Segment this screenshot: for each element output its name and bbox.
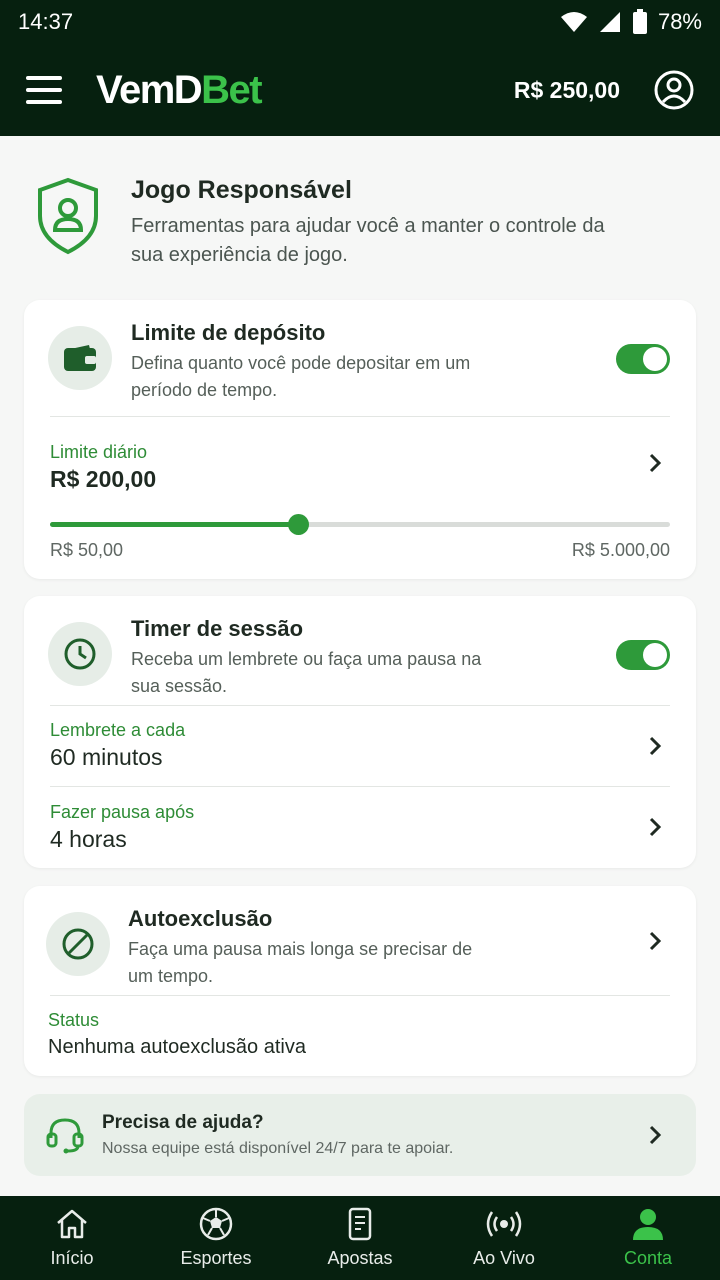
live-icon: [486, 1211, 522, 1237]
page-description: Ferramentas para ajudar você a manter o …: [131, 215, 605, 266]
divider: [50, 705, 670, 706]
help-description: Nossa equipe está disponível 24/7 para t…: [102, 1140, 454, 1157]
session-timer-title: Timer de sessão: [131, 616, 304, 641]
reminder-label: Lembrete a cada: [50, 720, 186, 740]
menu-icon-line: [26, 88, 62, 92]
slider-fill: [50, 522, 298, 527]
app-bar: VemDBet R$ 250,00: [0, 44, 720, 136]
nav-item-inicio[interactable]: Início: [0, 1196, 144, 1280]
divider: [50, 786, 670, 787]
deposit-limit-title: Limite de depósito: [131, 320, 326, 345]
nav-label: Conta: [623, 1248, 673, 1268]
clock-icon: [48, 622, 112, 686]
status-icons: 78%: [560, 9, 702, 35]
headset-icon: [46, 1118, 84, 1154]
slider-thumb[interactable]: [288, 514, 309, 535]
menu-icon-line: [26, 76, 62, 80]
deposit-limit-toggle[interactable]: [616, 344, 670, 374]
logo-text-accent: Bet: [201, 67, 262, 112]
block-icon: [46, 912, 110, 976]
status-value: Nenhuma autoexclusão ativa: [48, 1036, 306, 1058]
self-exclusion-card[interactable]: Autoexclusão Faça uma pausa mais longa s…: [24, 886, 696, 1076]
nav-item-conta[interactable]: Conta: [576, 1196, 720, 1280]
self-exclusion-header: Autoexclusão Faça uma pausa mais longa s…: [24, 886, 696, 1002]
self-exclusion-title: Autoexclusão: [128, 906, 273, 931]
bet-slip-icon: [348, 1207, 372, 1241]
deposit-limit-description: Defina quanto você pode depositar em um …: [131, 353, 471, 400]
help-banner[interactable]: Precisa de ajuda? Nossa equipe está disp…: [24, 1094, 696, 1176]
status-label: Status: [48, 1010, 100, 1030]
chevron-right-icon[interactable]: [644, 735, 666, 757]
pause-value: 4 horas: [50, 826, 127, 852]
reminder-value: 60 minutos: [50, 744, 163, 770]
logo[interactable]: VemDBet: [96, 67, 263, 113]
deposit-limit-slider[interactable]: [50, 514, 670, 535]
home-icon: [57, 1209, 87, 1239]
bottom-nav: Início Esportes Apostas Ao Vivo Conta: [0, 1196, 720, 1280]
chevron-right-icon[interactable]: [644, 816, 666, 838]
chevron-right-icon[interactable]: [644, 452, 666, 474]
profile-icon[interactable]: [654, 70, 694, 110]
chevron-right-icon[interactable]: [644, 1124, 666, 1146]
toggle-knob: [643, 643, 667, 667]
menu-icon-line: [26, 100, 62, 104]
battery-percent: 78%: [657, 9, 702, 34]
wifi-icon: [560, 12, 587, 32]
divider: [50, 995, 670, 996]
status-time: 14:37: [18, 9, 74, 34]
daily-limit-value: R$ 200,00: [50, 466, 157, 492]
session-timer-toggle[interactable]: [616, 640, 670, 670]
help-title: Precisa de ajuda?: [102, 1112, 264, 1133]
nav-item-apostas[interactable]: Apostas: [288, 1196, 432, 1280]
battery-icon: [632, 9, 647, 34]
nav-label: Apostas: [327, 1248, 393, 1268]
menu-button[interactable]: [26, 70, 66, 110]
main-content: Jogo Responsável Ferramentas para ajudar…: [0, 136, 720, 1196]
session-timer-card: Timer de sessão Receba um lembrete ou fa…: [24, 596, 696, 868]
chevron-right-icon[interactable]: [644, 930, 666, 952]
slider-max-label: R$ 5.000,00: [571, 540, 670, 560]
nav-label: Ao Vivo: [473, 1248, 535, 1268]
divider: [50, 416, 670, 417]
page-title: Jogo Responsável: [131, 176, 352, 204]
slider-min-label: R$ 50,00: [50, 540, 124, 560]
status-bar: 14:37 78%: [0, 0, 720, 44]
balance[interactable]: R$ 250,00: [514, 77, 620, 104]
shield-user-icon: [38, 177, 98, 255]
logo-text: VemD: [96, 67, 203, 112]
session-timer-header: Timer de sessão Receba um lembrete ou fa…: [24, 596, 696, 712]
deposit-limit-header: Limite de depósito Defina quanto você po…: [24, 300, 696, 416]
pause-label: Fazer pausa após: [50, 802, 195, 822]
soccer-ball-icon: [199, 1207, 233, 1241]
account-icon: [633, 1209, 663, 1240]
wallet-icon: [48, 326, 112, 390]
session-timer-description: Receba um lembrete ou faça uma pausa na …: [131, 649, 482, 696]
toggle-knob: [643, 347, 667, 371]
nav-item-ao-vivo[interactable]: Ao Vivo: [432, 1196, 576, 1280]
daily-limit-label: Limite diário: [50, 442, 148, 462]
nav-label: Início: [50, 1248, 94, 1268]
self-exclusion-description: Faça uma pausa mais longa se precisar de…: [128, 939, 473, 986]
signal-icon: [599, 12, 620, 32]
nav-item-esportes[interactable]: Esportes: [144, 1196, 288, 1280]
page-header: Jogo Responsável Ferramentas para ajudar…: [36, 176, 696, 276]
nav-label: Esportes: [180, 1248, 252, 1268]
deposit-limit-card: Limite de depósito Defina quanto você po…: [24, 300, 696, 579]
